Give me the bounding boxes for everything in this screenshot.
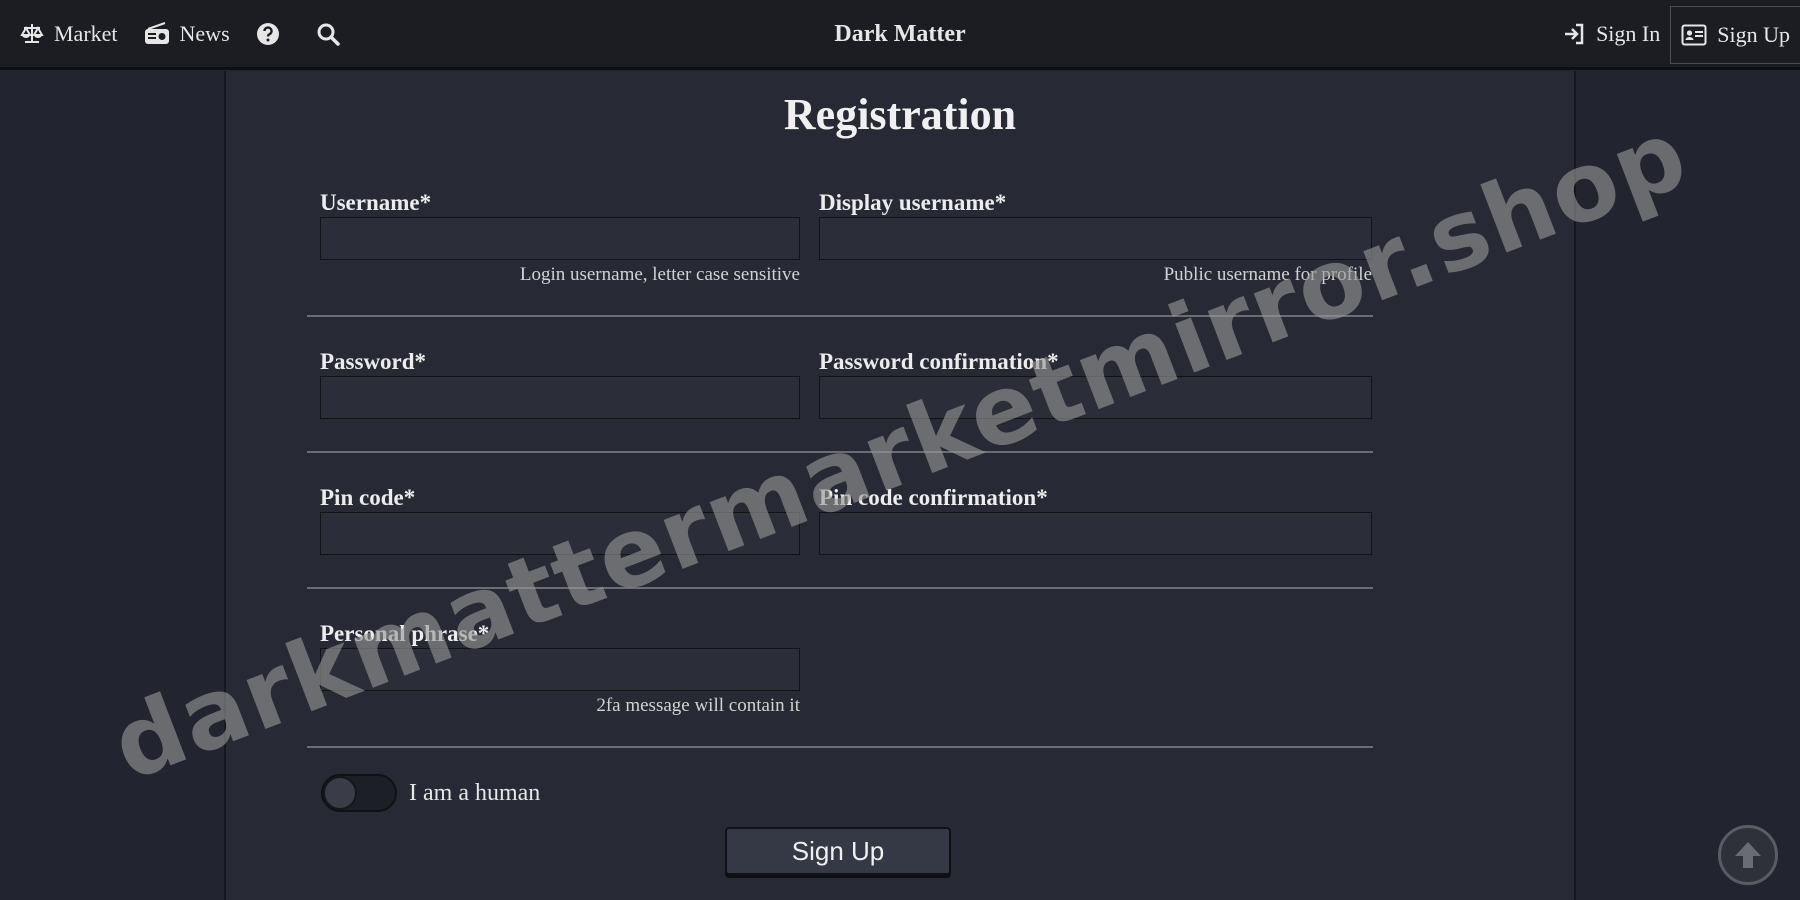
nav-help[interactable] <box>256 22 290 46</box>
human-toggle[interactable] <box>321 774 397 812</box>
password-label: Password* <box>320 349 427 374</box>
password-field: Password* <box>320 348 800 419</box>
personal-phrase-label: Personal phrase* <box>320 621 490 646</box>
radio-icon <box>144 22 169 44</box>
pin-confirm-label: Pin code confirmation* <box>819 485 1048 510</box>
pin-field: Pin code* <box>320 484 800 555</box>
password-input[interactable] <box>320 376 800 419</box>
question-icon <box>256 23 279 45</box>
display-username-hint: Public username for profile <box>1163 264 1372 285</box>
username-label: Username* <box>320 190 432 215</box>
toggle-knob <box>323 776 357 810</box>
display-username-field: Display username* Public username for pr… <box>819 189 1372 286</box>
sign-in-icon <box>1565 23 1584 45</box>
scale-icon <box>20 24 44 43</box>
nav-market[interactable]: Market <box>20 21 118 47</box>
nav-sign-up[interactable]: Sign Up <box>1670 6 1800 64</box>
personal-phrase-field: Personal phrase* 2fa message will contai… <box>320 620 800 717</box>
nav-news-label: News <box>179 21 230 46</box>
personal-phrase-hint: 2fa message will contain it <box>596 695 800 716</box>
arrow-up-icon <box>1735 842 1761 868</box>
nav-right: Sign In Sign Up <box>1562 0 1800 68</box>
password-confirm-input[interactable] <box>819 376 1372 419</box>
display-username-label: Display username* <box>819 190 1007 215</box>
username-field: Username* Login username, letter case se… <box>320 189 800 286</box>
human-label: I am a human <box>409 779 541 806</box>
password-confirm-label: Password confirmation* <box>819 349 1059 374</box>
display-username-input[interactable] <box>819 217 1372 260</box>
nav-sign-up-label: Sign Up <box>1717 22 1790 47</box>
username-hint: Login username, letter case sensitive <box>519 264 800 285</box>
password-confirm-field: Password confirmation* <box>819 348 1372 419</box>
pin-confirm-input[interactable] <box>819 512 1372 555</box>
nav-left: Market News <box>20 0 376 68</box>
pin-label: Pin code* <box>320 485 416 510</box>
divider <box>307 451 1373 453</box>
divider <box>307 746 1373 748</box>
divider <box>307 315 1373 317</box>
nav-search[interactable] <box>316 22 350 46</box>
pin-confirm-field: Pin code confirmation* <box>819 484 1372 555</box>
sign-up-button[interactable]: Sign Up <box>725 827 951 875</box>
page-title: Registration <box>783 90 1017 139</box>
nav-news[interactable]: News <box>144 21 230 47</box>
divider <box>307 587 1373 589</box>
search-icon <box>317 23 340 46</box>
scroll-to-top-button[interactable] <box>1718 825 1778 885</box>
nav-sign-in-label: Sign In <box>1596 21 1661 46</box>
id-card-icon <box>1681 24 1707 46</box>
human-check-row: I am a human <box>321 774 540 812</box>
nav-market-label: Market <box>54 21 118 46</box>
pin-input[interactable] <box>320 512 800 555</box>
top-navbar: Market News Dark Matter Sign In Sign Up <box>0 0 1800 70</box>
nav-sign-in[interactable]: Sign In <box>1562 21 1660 47</box>
username-input[interactable] <box>320 217 800 260</box>
personal-phrase-input[interactable] <box>320 648 800 691</box>
registration-panel: Registration Username* Login username, l… <box>224 71 1576 900</box>
